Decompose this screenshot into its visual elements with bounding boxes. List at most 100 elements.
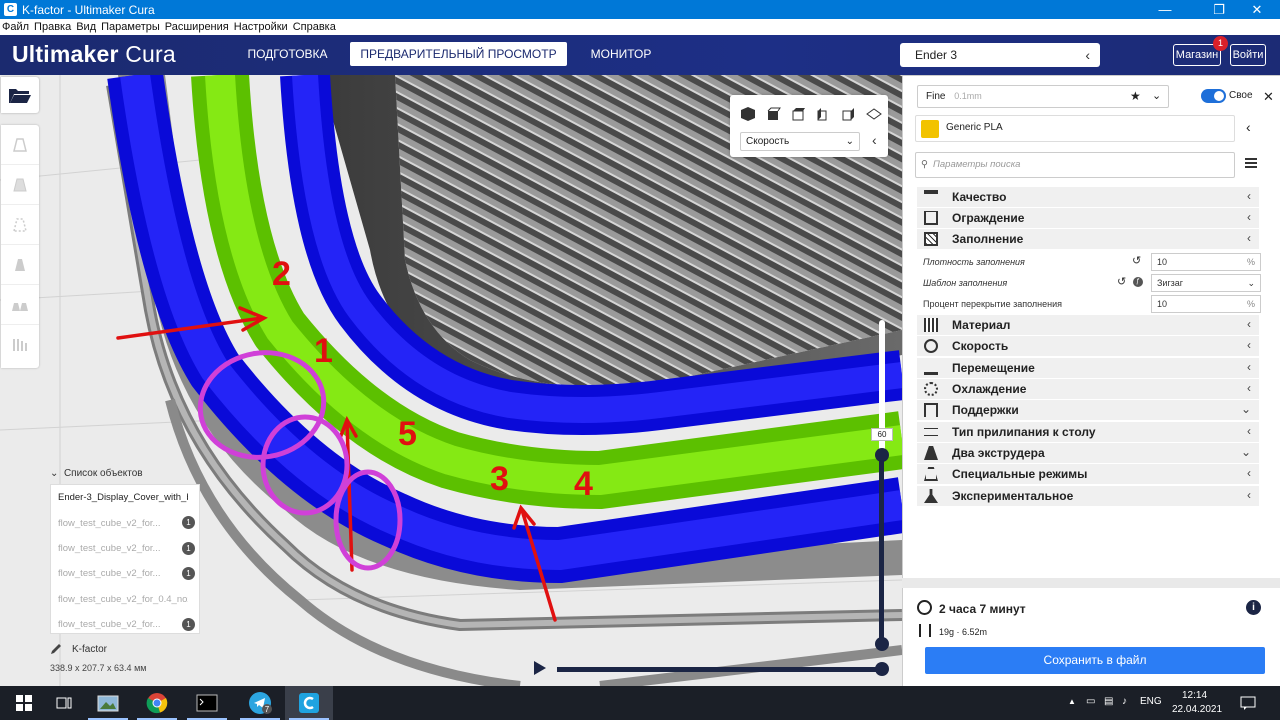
minimize-button[interactable]: — [1142, 0, 1188, 19]
annotation-number-5: 5 [398, 415, 417, 453]
settings-search-input[interactable]: ⚲ Параметры поиска [915, 152, 1235, 178]
custom-mode-toggle[interactable] [1201, 89, 1226, 103]
3d-view-icon[interactable] [740, 106, 756, 122]
mirror-tool[interactable] [1, 245, 39, 285]
telegram-unread-badge: 7 [265, 705, 270, 714]
telegram-icon: 7 [249, 692, 272, 714]
material-name: Generic PLA [946, 122, 1003, 133]
job-name-text: K-factor [72, 643, 108, 655]
speed-icon [924, 339, 938, 353]
function-icon[interactable]: ƒ [1133, 277, 1143, 287]
signin-button[interactable]: Войти [1230, 44, 1266, 66]
category-material[interactable]: Материал ‹ [917, 315, 1259, 335]
list-item[interactable]: flow_test_cube_v2_for... 1 [51, 561, 199, 586]
category-shell[interactable]: Ограждение ‹ [917, 208, 1259, 228]
category-special-modes[interactable]: Специальные режимы ‹ [917, 464, 1259, 484]
category-cooling[interactable]: Охлаждение ‹ [917, 379, 1259, 399]
profile-layer-height: 0.1mm [954, 91, 982, 101]
material-selector[interactable]: Generic PLA [915, 115, 1235, 142]
reset-icon[interactable]: ↺ [1132, 254, 1141, 267]
tab-monitor[interactable]: МОНИТОР [582, 42, 660, 66]
menu-edit[interactable]: Правка [34, 21, 71, 33]
list-item[interactable]: flow_test_cube_v2_for... 1 [51, 536, 199, 561]
rotate-icon [13, 217, 27, 232]
list-item[interactable]: flow_test_cube_v2_for... 1 [51, 510, 199, 535]
category-infill[interactable]: Заполнение ‹ [917, 229, 1259, 249]
tab-preview[interactable]: ПРЕДВАРИТЕЛЬНЫЙ ПРОСМОТР [350, 42, 567, 66]
volume-icon[interactable]: ♪ [1122, 696, 1127, 707]
support-blocker-tool[interactable] [1, 325, 39, 365]
search-placeholder: Параметры поиска [933, 159, 1021, 170]
infill-pattern-select[interactable]: Зигзаг ⌄ [1151, 274, 1261, 292]
path-slider-handle[interactable] [875, 662, 889, 676]
list-item[interactable]: flow_test_cube_v2_for_0.4_nozz... [51, 587, 199, 612]
category-support[interactable]: Поддержки ⌄ [917, 400, 1259, 420]
close-icon[interactable]: ✕ [1263, 89, 1274, 105]
category-dual-extrusion[interactable]: Два экструдера ⌄ [917, 443, 1259, 463]
layer-slider-lower-handle[interactable] [875, 637, 889, 651]
taskbar-app-telegram[interactable]: 7 [236, 686, 284, 720]
info-icon[interactable]: i [1246, 600, 1261, 615]
window-titlebar: C K-factor - Ultimaker Cura — ❐ ✕ [0, 0, 1280, 19]
category-quality[interactable]: Качество ‹ [917, 187, 1259, 207]
open-file-button[interactable] [1, 77, 39, 113]
layer-slider-upper-handle[interactable] [875, 448, 889, 462]
per-model-settings-icon [12, 302, 28, 311]
taskbar-app-cura[interactable] [285, 686, 333, 720]
view-type-icon[interactable] [866, 106, 882, 122]
list-item[interactable]: flow_test_cube_v2_for... 1 [51, 612, 199, 637]
scale-tool[interactable] [1, 165, 39, 205]
extruder-badge: 1 [182, 567, 195, 581]
chevron-up-icon[interactable]: ▲ [1068, 697, 1076, 706]
menu-settings[interactable]: Параметры [101, 21, 160, 33]
right-view-icon[interactable] [840, 106, 856, 122]
category-adhesion[interactable]: Тип прилипания к столу ‹ [917, 422, 1259, 442]
network-icon[interactable]: ▤ [1104, 696, 1113, 707]
job-name[interactable]: K-factor [50, 643, 107, 655]
list-item[interactable]: Ender-3_Display_Cover_with_be... [51, 485, 199, 510]
taskbar-app-terminal[interactable] [183, 686, 231, 720]
menu-file[interactable]: Файл [2, 21, 29, 33]
taskbar-app-chrome[interactable] [133, 686, 181, 720]
menu-view[interactable]: Вид [76, 21, 96, 33]
rotate-tool[interactable] [1, 205, 39, 245]
close-button[interactable]: ✕ [1234, 0, 1280, 19]
transform-toolbar [1, 125, 39, 368]
taskbar-app-viewer[interactable] [84, 686, 132, 720]
category-travel[interactable]: Перемещение ‹ [917, 358, 1259, 378]
infill-density-input[interactable]: 10% [1151, 253, 1261, 271]
chevron-left-icon[interactable]: ‹ [1246, 119, 1251, 135]
move-icon [13, 137, 27, 152]
move-tool[interactable] [1, 125, 39, 165]
menu-extensions[interactable]: Расширения [165, 21, 229, 33]
menu-help[interactable]: Справка [293, 21, 336, 33]
collapse-view-panel-icon[interactable]: ‹ [872, 132, 877, 148]
task-view-button[interactable] [40, 686, 88, 720]
language-indicator[interactable]: ENG [1140, 696, 1162, 707]
save-to-file-button[interactable]: Сохранить в файл [925, 647, 1265, 674]
profile-selector[interactable]: Fine 0.1mm ★ ⌄ [917, 85, 1169, 108]
per-model-settings-tool[interactable] [1, 285, 39, 325]
color-scheme-select[interactable]: Скорость ⌄ [740, 132, 860, 151]
play-simulation-icon[interactable] [533, 660, 547, 676]
menu-preferences[interactable]: Настройки [234, 21, 288, 33]
object-list-toggle[interactable]: ⌄ Список объектов [50, 468, 143, 479]
tab-prepare[interactable]: ПОДГОТОВКА [240, 42, 335, 66]
clock-date[interactable]: 22.04.2021 [1172, 704, 1222, 715]
battery-icon[interactable]: ▭ [1086, 696, 1095, 707]
image-viewer-icon [97, 695, 119, 712]
infill-overlap-input[interactable]: 10% [1151, 295, 1261, 313]
top-view-icon[interactable] [790, 106, 806, 122]
path-slider-track[interactable] [557, 667, 882, 672]
star-icon[interactable]: ★ [1130, 86, 1141, 107]
reset-icon[interactable]: ↺ [1117, 275, 1126, 288]
front-view-icon[interactable] [765, 106, 781, 122]
settings-visibility-menu-icon[interactable] [1245, 158, 1257, 168]
category-speed[interactable]: Скорость ‹ [917, 336, 1259, 356]
layer-number-field[interactable]: 60 [871, 428, 893, 441]
notifications-icon[interactable] [1240, 695, 1256, 711]
category-experimental[interactable]: Экспериментальное ‹ [917, 486, 1259, 506]
printer-selector[interactable]: Ender 3 ‹ [900, 43, 1100, 67]
clock-time[interactable]: 12:14 [1182, 690, 1207, 701]
left-view-icon[interactable] [815, 106, 831, 122]
